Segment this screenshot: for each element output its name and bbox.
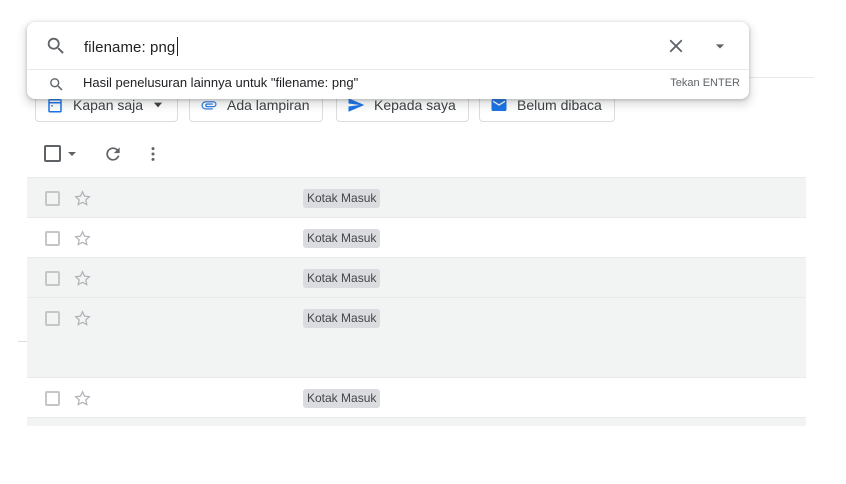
select-all-checkbox[interactable] bbox=[44, 145, 61, 162]
inbox-label-badge: Kotak Masuk bbox=[303, 229, 381, 248]
search-icon bbox=[50, 78, 63, 91]
dropdown-arrow-icon[interactable] bbox=[710, 36, 730, 56]
email-row[interactable]: Kotak Masuk bbox=[27, 377, 806, 417]
suggestion-text: Hasil penelusuran lainnya untuk "filenam… bbox=[83, 75, 359, 90]
search-icon[interactable] bbox=[45, 35, 67, 57]
row-checkbox[interactable] bbox=[45, 311, 60, 326]
email-row-partial[interactable] bbox=[27, 417, 806, 426]
search-query: filename: png bbox=[84, 39, 176, 56]
search-popup: filename: png Hasil penelusuran lainnya … bbox=[27, 22, 749, 99]
inbox-label-badge: Kotak Masuk bbox=[303, 189, 381, 208]
row-checkbox[interactable] bbox=[45, 391, 60, 406]
chip-label: Kepada saya bbox=[374, 97, 456, 113]
row-checkbox[interactable] bbox=[45, 231, 60, 246]
email-list: Kotak Masuk Kotak Masuk Kotak Masuk Kota… bbox=[27, 177, 806, 417]
row-checkbox[interactable] bbox=[45, 191, 60, 206]
email-row[interactable]: Kotak Masuk bbox=[27, 217, 806, 257]
inbox-label-badge: Kotak Masuk bbox=[303, 309, 381, 328]
chevron-down-icon bbox=[153, 102, 163, 108]
inbox-label-badge: Kotak Masuk bbox=[303, 389, 381, 408]
star-icon[interactable] bbox=[73, 389, 92, 408]
chip-label: Belum dibaca bbox=[517, 97, 602, 113]
email-row[interactable]: Kotak Masuk bbox=[27, 257, 806, 297]
select-dropdown-icon[interactable] bbox=[67, 150, 77, 158]
email-row[interactable]: Kotak Masuk bbox=[27, 177, 806, 217]
search-suggestion[interactable]: Hasil penelusuran lainnya untuk "filenam… bbox=[27, 70, 749, 99]
star-icon[interactable] bbox=[73, 269, 92, 288]
row-checkbox[interactable] bbox=[45, 271, 60, 286]
chip-label: Kapan saja bbox=[73, 97, 144, 113]
search-row[interactable]: filename: png bbox=[27, 22, 749, 70]
suggestion-hint: Tekan ENTER bbox=[670, 77, 740, 89]
close-icon[interactable] bbox=[665, 35, 687, 57]
refresh-icon[interactable] bbox=[103, 144, 123, 164]
chip-label: Ada lampiran bbox=[227, 97, 310, 113]
star-icon[interactable] bbox=[73, 189, 92, 208]
email-row[interactable]: Kotak Masuk bbox=[27, 297, 806, 377]
more-vert-icon[interactable] bbox=[143, 144, 163, 164]
text-caret bbox=[177, 37, 179, 56]
inbox-label-badge: Kotak Masuk bbox=[303, 269, 381, 288]
search-input[interactable]: filename: png bbox=[84, 37, 179, 56]
star-icon[interactable] bbox=[73, 309, 92, 328]
star-icon[interactable] bbox=[73, 229, 92, 248]
